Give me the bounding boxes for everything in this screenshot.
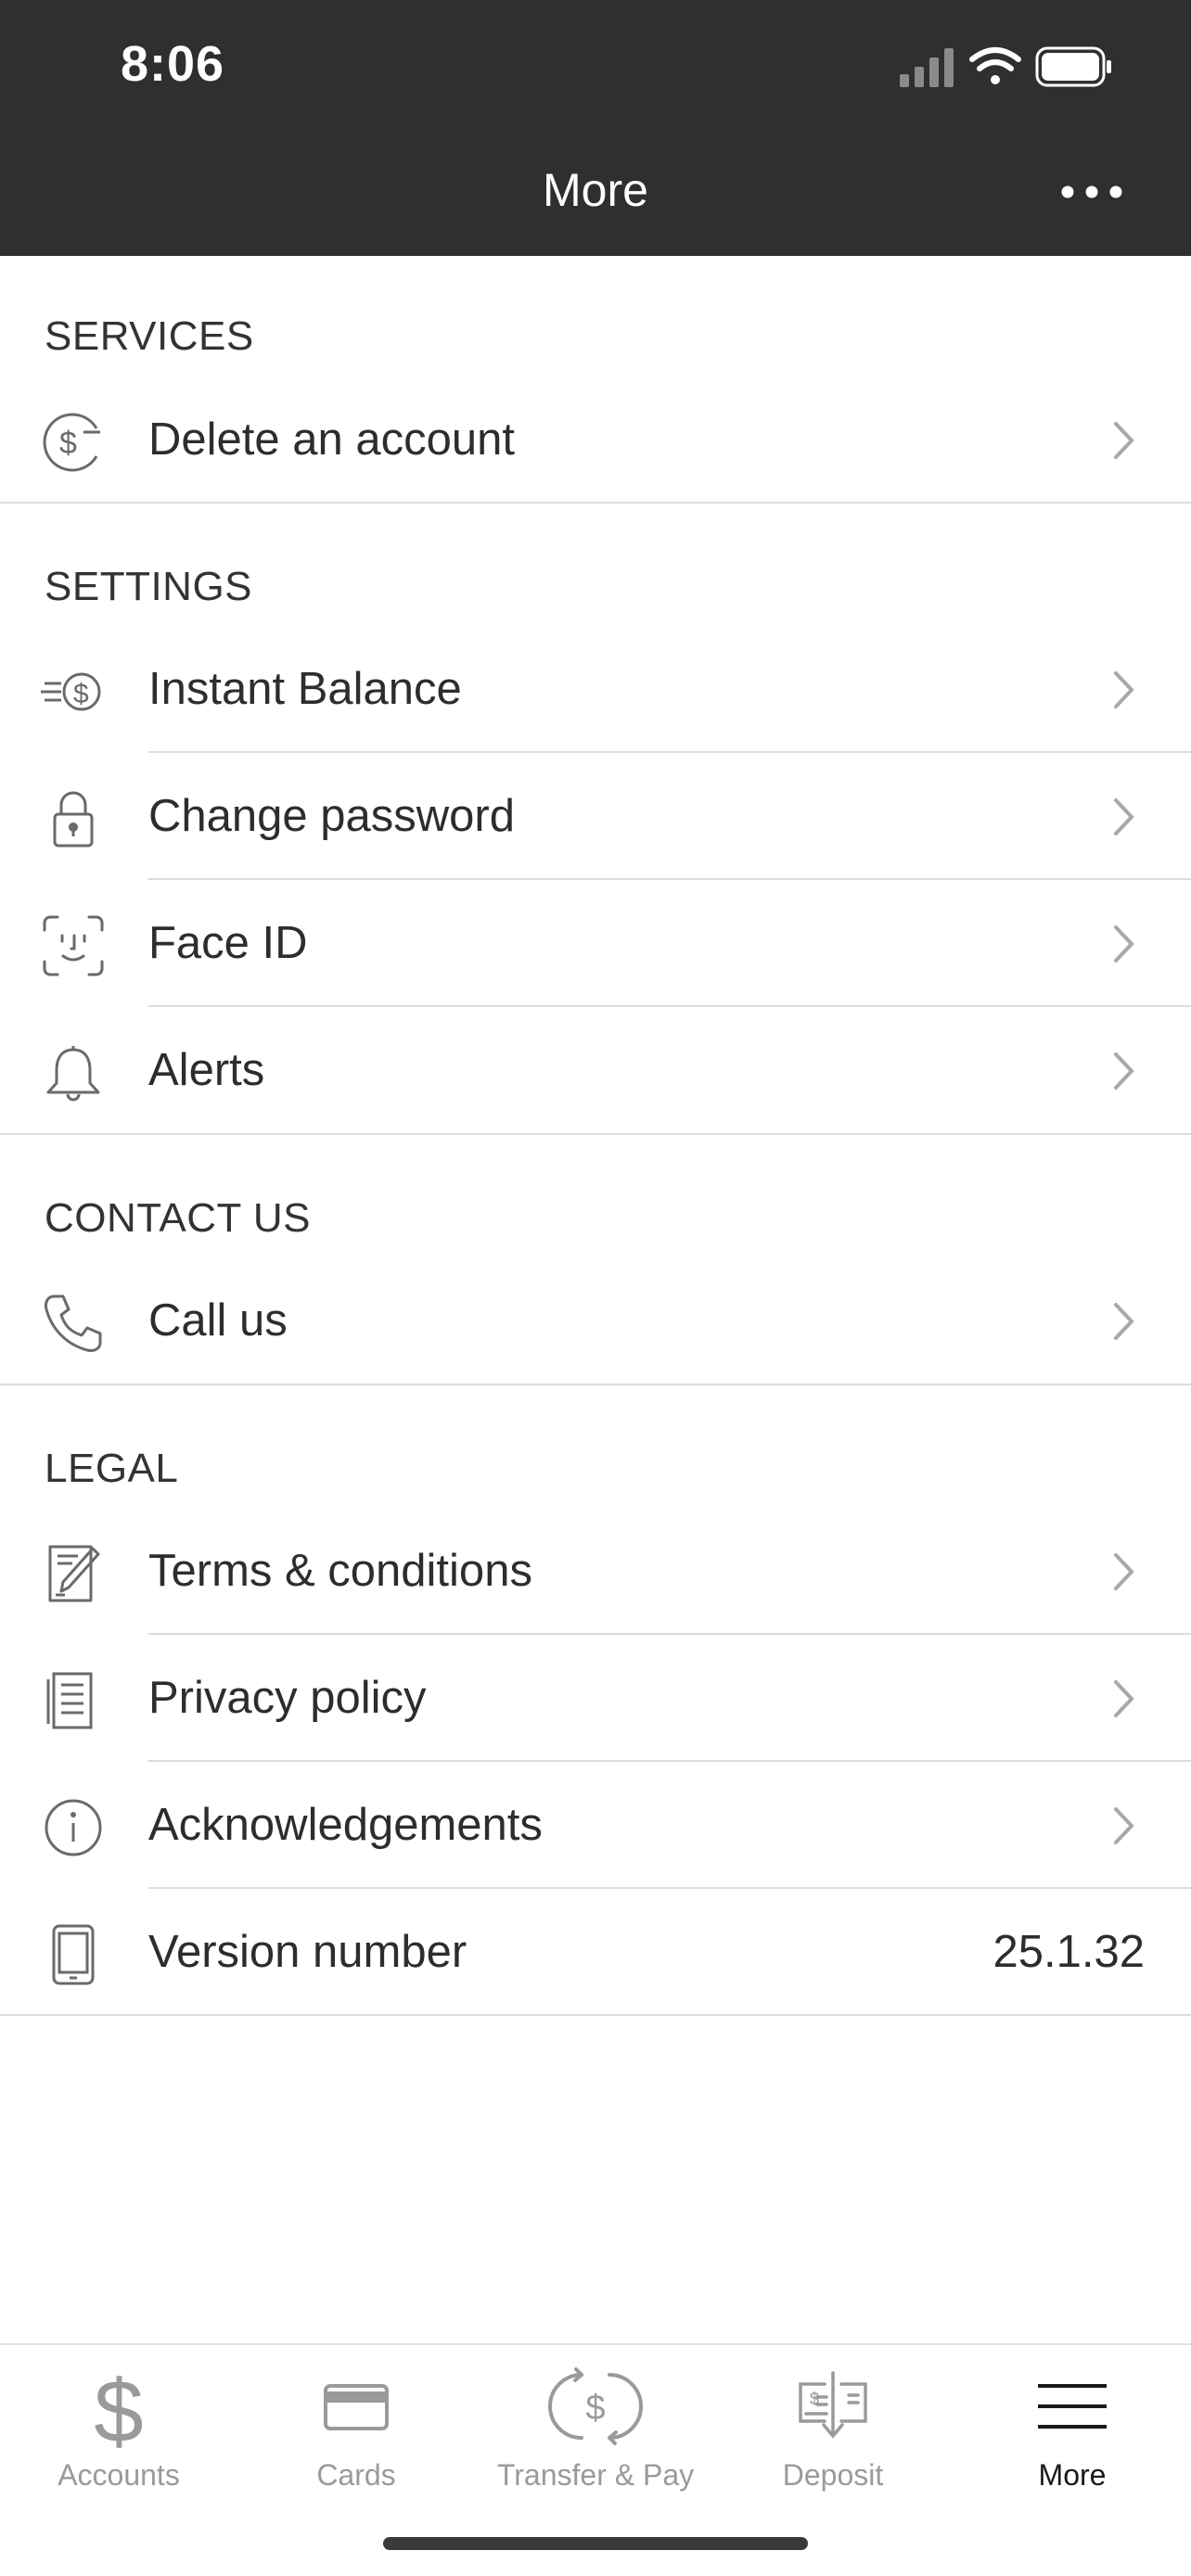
cellular-signal-icon (900, 48, 954, 87)
chevron-right-icon (1114, 1303, 1134, 1340)
more-options-icon[interactable] (1059, 178, 1124, 206)
version-number-value: 25.1.32 (992, 1927, 1146, 1977)
document-icon (46, 1672, 93, 1729)
tab-more[interactable]: More (954, 2345, 1191, 2512)
face-id-icon (43, 915, 104, 976)
svg-text:$: $ (59, 426, 77, 461)
home-indicator (383, 2537, 808, 2550)
menu-item-call-us[interactable]: Call us (0, 1257, 1191, 1384)
menu-item-label: Change password (148, 791, 515, 841)
chevron-right-icon (1114, 422, 1134, 459)
card-icon (324, 2384, 389, 2430)
divider (0, 1384, 1191, 1385)
tab-transfer-pay[interactable]: $ Transfer & Pay (477, 2345, 714, 2512)
document-pencil-icon (48, 1545, 100, 1602)
hamburger-icon (1038, 2384, 1107, 2429)
chevron-right-icon (1114, 1807, 1134, 1844)
svg-text:$: $ (94, 2366, 143, 2449)
menu-item-label: Face ID (148, 918, 308, 968)
status-time: 8:06 (121, 36, 225, 92)
phone-device-icon (52, 1924, 95, 1985)
section-header-services: SERVICES (45, 313, 254, 359)
chevron-right-icon (1114, 1553, 1134, 1590)
menu-item-privacy-policy[interactable]: Privacy policy (0, 1635, 1191, 1761)
section-header-settings: SETTINGS (45, 564, 253, 609)
chevron-right-icon (1114, 671, 1134, 708)
svg-text:$: $ (585, 2389, 605, 2428)
menu-item-alerts[interactable]: Alerts (0, 1007, 1191, 1133)
tab-label: Cards (316, 2458, 396, 2492)
svg-text:$: $ (73, 679, 89, 709)
menu-item-change-password[interactable]: Change password (0, 753, 1191, 879)
tab-cards[interactable]: Cards (237, 2345, 475, 2512)
transfer-icon: $ (548, 2367, 643, 2445)
menu-item-label: Privacy policy (148, 1673, 427, 1723)
divider (0, 502, 1191, 504)
chevron-right-icon (1114, 798, 1134, 835)
tab-label: Deposit (782, 2458, 884, 2492)
menu-item-acknowledgements[interactable]: Acknowledgements (0, 1762, 1191, 1888)
menu-item-delete-account[interactable]: $ Delete an account (0, 376, 1191, 503)
chevron-right-icon (1114, 925, 1134, 963)
section-header-legal: LEGAL (45, 1446, 179, 1491)
battery-icon (1035, 46, 1111, 87)
divider (0, 1133, 1191, 1135)
menu-item-label: Delete an account (148, 414, 515, 465)
navigation-bar: 8:06 More (0, 0, 1191, 256)
tab-label: More (1038, 2458, 1107, 2492)
section-header-contact-us: CONTACT US (45, 1195, 311, 1241)
instant-balance-icon: $ (41, 672, 101, 711)
version-number-label: Version number (148, 1927, 467, 1977)
info-icon (45, 1799, 102, 1856)
phone-icon (45, 1294, 102, 1352)
menu-item-label: Terms & conditions (148, 1546, 532, 1596)
menu-item-label: Alerts (148, 1045, 265, 1095)
tab-accounts[interactable]: $ Accounts (0, 2345, 237, 2512)
dollar-icon: $ (94, 2366, 143, 2449)
bell-icon (46, 1046, 100, 1102)
tab-label: Transfer & Pay (496, 2458, 695, 2492)
dollar-minus-icon: $ (43, 413, 100, 472)
lock-icon (53, 791, 94, 848)
status-icons (900, 46, 1111, 87)
menu-item-label: Call us (148, 1295, 288, 1345)
version-number-row: Version number 25.1.32 (0, 1889, 1191, 2015)
divider (0, 2014, 1191, 2016)
tab-deposit[interactable]: $ Deposit (714, 2345, 952, 2512)
menu-item-label: Instant Balance (148, 664, 462, 714)
check-deposit-icon: $ (799, 2371, 867, 2439)
menu-item-face-id[interactable]: Face ID (0, 880, 1191, 1006)
tab-label: Accounts (58, 2458, 180, 2492)
chevron-right-icon (1114, 1052, 1134, 1090)
menu-item-terms-conditions[interactable]: Terms & conditions (0, 1508, 1191, 1634)
menu-item-label: Acknowledgements (148, 1800, 543, 1850)
menu-item-instant-balance[interactable]: $ Instant Balance (0, 626, 1191, 752)
chevron-right-icon (1114, 1680, 1134, 1717)
wifi-icon (969, 47, 1021, 84)
page-title: More (543, 164, 648, 216)
